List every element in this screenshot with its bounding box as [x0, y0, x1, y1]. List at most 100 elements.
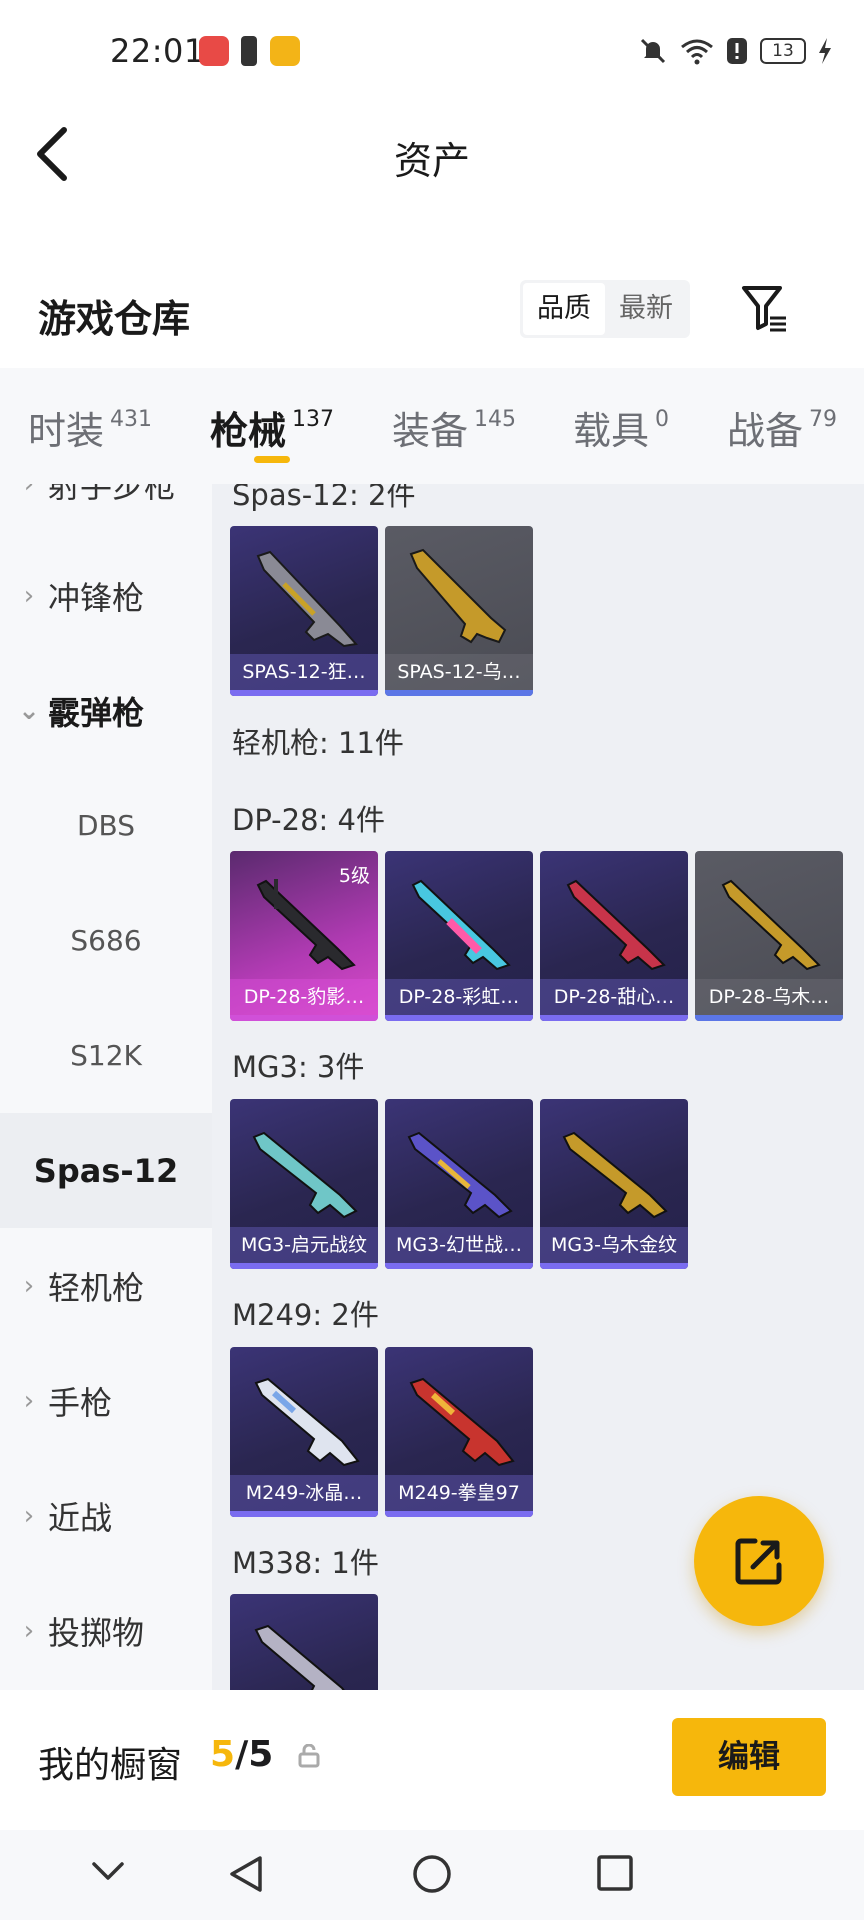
- tab-count: 431: [110, 407, 153, 432]
- weapon-card[interactable]: SPAS-12-狂…: [230, 526, 378, 696]
- filter-icon[interactable]: [740, 284, 788, 334]
- weapon-card[interactable]: DP-28-乌木…: [695, 851, 843, 1021]
- group-label: MG3: 3件: [232, 1050, 365, 1084]
- weapon-card-name: SPAS-12-狂…: [230, 654, 378, 690]
- status-time: 22:01: [110, 32, 205, 70]
- weapon-card[interactable]: DP-28-彩虹…: [385, 851, 533, 1021]
- tab-count: 145: [474, 407, 517, 432]
- lmg-skin-icon: [409, 1377, 515, 1467]
- shotgun-skin-icon: [256, 550, 358, 648]
- weapon-card[interactable]: MG3-启元战纹: [230, 1099, 378, 1269]
- edit-button[interactable]: 编辑: [672, 1718, 826, 1796]
- tab-label: 时装: [28, 409, 105, 453]
- weapon-card-name: DP-28-彩虹…: [385, 979, 533, 1015]
- rarity-bar: [695, 1015, 843, 1021]
- weapon-card[interactable]: DP-28-甜心…: [540, 851, 688, 1021]
- showcase-count-total: 5: [248, 1734, 274, 1775]
- battery-icon: 13: [760, 38, 806, 64]
- rarity-bar: [230, 1015, 378, 1021]
- sidebar-subitem-s12k[interactable]: S12K: [0, 998, 212, 1113]
- weapon-card[interactable]: M249-冰晶…: [230, 1347, 378, 1517]
- weapon-card-name: SPAS-12-乌…: [385, 654, 533, 690]
- weapon-card-name: M249-冰晶…: [230, 1475, 378, 1511]
- sidebar-subitem-dbs[interactable]: DBS: [0, 768, 212, 883]
- weapon-card[interactable]: M249-拳皇97: [385, 1347, 533, 1517]
- showcase-title: 我的橱窗: [38, 1745, 183, 1786]
- showcase-count: 5/5: [210, 1734, 273, 1775]
- tab-equipment[interactable]: 装备 145: [392, 400, 516, 455]
- sidebar-item-label: 手枪: [48, 1383, 113, 1422]
- chevron-right-icon: ›: [23, 1385, 35, 1416]
- lmg-skin-icon: [254, 1377, 360, 1467]
- page-title: 资产: [393, 139, 470, 183]
- lmg-skin-icon: [411, 879, 511, 971]
- sidebar-item-shotgun[interactable]: ⌄ 霰弹枪: [0, 653, 212, 768]
- share-floating-button[interactable]: [694, 1496, 824, 1626]
- system-nav-bar: [0, 1830, 864, 1920]
- mute-bell-icon: [640, 38, 666, 64]
- sidebar-item-throwable[interactable]: › 投掷物: [0, 1573, 212, 1688]
- weapon-card-name: MG3-乌木金纹: [540, 1227, 688, 1263]
- nav-recents-icon[interactable]: [596, 1854, 634, 1892]
- sidebar-item-lmg[interactable]: › 轻机枪: [0, 1228, 212, 1343]
- wifi-icon: [681, 39, 713, 65]
- yellow-app-icon: [270, 36, 300, 66]
- tab-label: 载具: [573, 409, 650, 453]
- weapon-card-name: MG3-启元战纹: [230, 1227, 378, 1263]
- weapon-card-name: M249-拳皇97: [385, 1475, 533, 1511]
- sidebar-item-label: 霰弹枪: [48, 693, 145, 732]
- status-bar: 22:01 13: [0, 0, 864, 104]
- weapon-card-name: DP-28-乌木…: [695, 979, 843, 1015]
- weapon-card[interactable]: [230, 1594, 378, 1690]
- nav-home-icon[interactable]: [412, 1854, 452, 1894]
- tab-count: 0: [655, 407, 670, 432]
- warehouse-title: 游戏仓库: [38, 297, 191, 341]
- tab-supplies[interactable]: 战备 79: [727, 400, 837, 455]
- weapon-card[interactable]: 5级 DP-28-豹影…: [230, 851, 378, 1021]
- tab-fashion[interactable]: 时装 431: [28, 400, 152, 455]
- sidebar-item-label: 冲锋枪: [48, 578, 145, 617]
- sort-quality-button[interactable]: 品质: [523, 283, 605, 335]
- group-label: Spas-12: 2件: [232, 484, 416, 512]
- sidebar-item-pistol[interactable]: › 手枪: [0, 1343, 212, 1458]
- sidebar-item-marksman-rifle[interactable]: ›射手步枪: [0, 484, 212, 541]
- group-label: M249: 2件: [232, 1298, 379, 1332]
- sidebar-item-melee[interactable]: › 近战: [0, 1458, 212, 1573]
- warehouse-header: 游戏仓库 品质 最新: [0, 268, 864, 368]
- showcase-panel: 我的橱窗 5/5 编辑: [0, 1690, 864, 1830]
- rarity-bar: [230, 690, 378, 696]
- alert-icon: [727, 38, 747, 64]
- sidebar-item-smg[interactable]: › 冲锋枪: [0, 538, 212, 653]
- tab-vehicles[interactable]: 载具 0: [573, 400, 669, 455]
- collapse-icon[interactable]: [90, 1854, 126, 1890]
- nav-back-icon[interactable]: [226, 1854, 266, 1894]
- showcase-count-separator: /: [235, 1734, 249, 1775]
- weapon-card[interactable]: MG3-幻世战…: [385, 1099, 533, 1269]
- weapon-card[interactable]: MG3-乌木金纹: [540, 1099, 688, 1269]
- lmg-skin-icon: [566, 879, 666, 971]
- lmg-skin-icon: [562, 1131, 668, 1219]
- lock-icon: [298, 1744, 320, 1768]
- sidebar-item-label: 轻机枪: [48, 1268, 145, 1307]
- weapon-category-sidebar: ›射手步枪 › 冲锋枪 ⌄霰弹枪 DBS S686 S12K Spas-12 › 轻…: [0, 484, 212, 1690]
- tab-label: 战备: [727, 409, 804, 453]
- active-tab-indicator: [254, 456, 290, 463]
- weapon-card[interactable]: SPAS-12-乌…: [385, 526, 533, 696]
- category-tabs: 时装 431 枪械 137 装备 145 载具 0 战备 79: [0, 368, 864, 484]
- chevron-right-icon: ›: [23, 580, 35, 611]
- group-label: 轻机枪: 11件: [232, 726, 404, 760]
- rarity-bar: [385, 1511, 533, 1517]
- sidebar-subitem-spas12[interactable]: Spas-12: [0, 1113, 212, 1228]
- charging-icon: [819, 38, 831, 64]
- level-badge: 5级: [338, 865, 370, 887]
- lmg-skin-icon: [721, 879, 821, 971]
- shotgun-skin-icon: [409, 548, 507, 644]
- battery-app-icon: [241, 36, 257, 66]
- chevron-right-icon: ›: [23, 1270, 35, 1301]
- tab-count: 137: [292, 407, 335, 432]
- sort-latest-button[interactable]: 最新: [605, 283, 687, 335]
- rarity-bar: [385, 690, 533, 696]
- weapon-card-name: MG3-幻世战…: [385, 1227, 533, 1263]
- tab-weapons[interactable]: 枪械 137: [210, 400, 334, 455]
- sidebar-subitem-s686[interactable]: S686: [0, 883, 212, 998]
